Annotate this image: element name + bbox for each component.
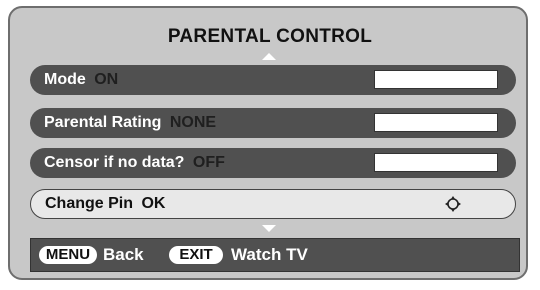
menu-item-label: Censor if no data? OFF <box>44 154 225 172</box>
menu-item-change-pin[interactable]: Change Pin OK <box>30 189 516 219</box>
parental-rating-value: NONE <box>169 114 217 131</box>
exit-key-badge[interactable]: EXIT <box>169 246 223 264</box>
parental-rating-field[interactable] <box>374 113 498 132</box>
menu-title: PARENTAL CONTROL <box>167 26 373 47</box>
menu-item-mode[interactable]: Mode ON <box>30 65 516 95</box>
menu-item-label: Change Pin OK <box>45 195 165 213</box>
scroll-down-icon[interactable] <box>262 225 276 232</box>
watch-tv-hint: Watch TV <box>231 245 308 264</box>
censor-value: OFF <box>192 154 225 171</box>
menu-item-parental-rating[interactable]: Parental Rating NONE <box>30 108 516 138</box>
mode-label: Mode <box>44 71 86 88</box>
censor-field[interactable] <box>374 153 498 172</box>
back-hint: Back <box>103 245 144 264</box>
change-pin-value: OK <box>141 195 166 212</box>
change-pin-label: Change Pin <box>45 195 134 212</box>
parental-rating-label: Parental Rating <box>44 114 162 131</box>
navigation-pad-icon <box>445 196 461 212</box>
scroll-up-icon[interactable] <box>262 53 276 60</box>
censor-label: Censor if no data? <box>44 154 185 171</box>
menu-item-label: Mode ON <box>44 71 118 89</box>
mode-value-field[interactable] <box>374 70 498 89</box>
menu-item-label: Parental Rating NONE <box>44 114 216 132</box>
mode-value: ON <box>94 71 119 88</box>
menu-item-censor[interactable]: Censor if no data? OFF <box>30 148 516 178</box>
footer-bar: MENU Back EXIT Watch TV <box>30 238 520 272</box>
menu-key-badge[interactable]: MENU <box>39 246 97 264</box>
